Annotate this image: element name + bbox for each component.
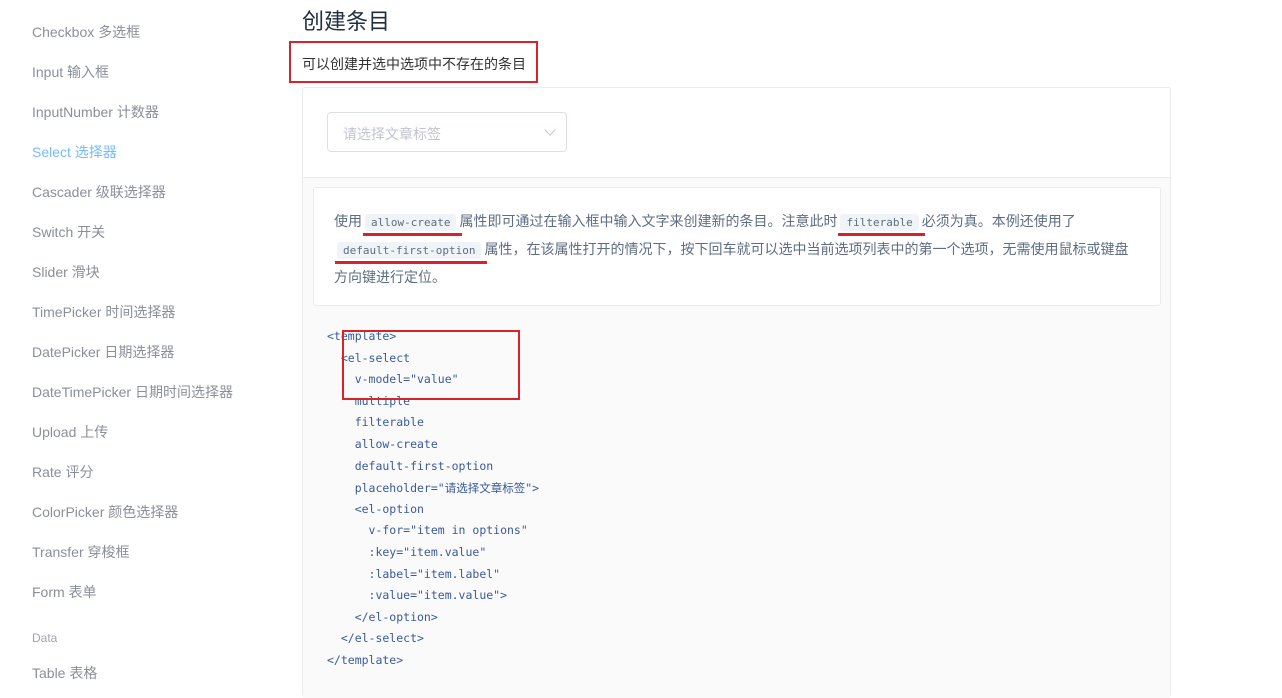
sidebar-item-upload[interactable]: Upload 上传 bbox=[32, 422, 108, 442]
sidebar-item-input[interactable]: Input 输入框 bbox=[32, 62, 109, 82]
code-allow-create: allow-create bbox=[363, 214, 463, 236]
code-line: <el-option bbox=[327, 501, 424, 516]
code-line: :value="item.value"> bbox=[327, 588, 508, 603]
sidebar-item-cascader[interactable]: Cascader 级联选择器 bbox=[32, 182, 166, 202]
sidebar-item-colorpicker[interactable]: ColorPicker 颜色选择器 bbox=[32, 502, 178, 522]
sidebar-item-select[interactable]: Select 选择器 bbox=[32, 142, 117, 162]
sidebar-item-rate[interactable]: Rate 评分 bbox=[32, 462, 93, 482]
sidebar-item-form[interactable]: Form 表单 bbox=[32, 582, 97, 602]
tag-select[interactable]: 请选择文章标签 bbox=[327, 112, 567, 152]
code-line: </template> bbox=[327, 653, 404, 667]
desc-text-1: 使用 bbox=[334, 213, 362, 229]
code-line: default-first-option bbox=[327, 458, 494, 473]
code-line: v-for="item in options" bbox=[327, 523, 528, 538]
code-line: :key="item.value" bbox=[327, 545, 487, 559]
sidebar-item-datepicker[interactable]: DatePicker 日期选择器 bbox=[32, 342, 174, 362]
sidebar-item-switch[interactable]: Switch 开关 bbox=[32, 222, 105, 242]
demo-description: 使用 allow-create 属性即可通过在输入框中输入文字来创建新的条目。注意此… bbox=[313, 187, 1161, 306]
code-line: filterable bbox=[327, 415, 424, 430]
code-default-first-option-text: default-first-option bbox=[343, 244, 476, 257]
sidebar-item-checkbox[interactable]: Checkbox 多选框 bbox=[32, 22, 140, 42]
sidebar-item-timepicker[interactable]: TimePicker 时间选择器 bbox=[32, 302, 175, 322]
code-line: :label="item.label" bbox=[327, 566, 501, 581]
code-allow-create-text: allow-create bbox=[371, 216, 451, 229]
main-content: 创建条目 可以创建并选中选项中不存在的条目 请选择文章标签 使用 allow-cr… bbox=[289, 0, 1282, 698]
desc-text-3: 必须为真。本例还使用了 bbox=[921, 213, 1076, 229]
select-placeholder: 请选择文章标签 bbox=[343, 126, 441, 142]
annotation-box-code bbox=[342, 330, 520, 400]
chevron-down-icon bbox=[544, 124, 556, 136]
annotation-underline bbox=[838, 233, 925, 236]
sidebar: Checkbox 多选框 Input 输入框 InputNumber 计数器 S… bbox=[0, 0, 290, 689]
code-line: </el-option> bbox=[327, 609, 438, 624]
sidebar-item-inputnumber[interactable]: InputNumber 计数器 bbox=[32, 102, 159, 122]
section-title: 创建条目 bbox=[302, 9, 391, 34]
sidebar-item-transfer[interactable]: Transfer 穿梭框 bbox=[32, 542, 130, 562]
section-description: 可以创建并选中选项中不存在的条目 bbox=[302, 56, 526, 72]
sidebar-item-slider[interactable]: Slider 滑块 bbox=[32, 262, 100, 282]
sidebar-item-table[interactable]: Table 表格 bbox=[32, 663, 97, 683]
sidebar-group-data: Data bbox=[32, 631, 58, 645]
annotation-underline bbox=[363, 233, 463, 236]
code-filterable-text: filterable bbox=[846, 216, 913, 229]
code-line: allow-create bbox=[327, 437, 438, 451]
annotation-underline bbox=[335, 261, 488, 264]
demo-source: 请选择文章标签 bbox=[303, 88, 1170, 178]
code-filterable: filterable bbox=[838, 214, 925, 236]
desc-text-2: 属性即可通过在输入框中输入文字来创建新的条目。注意此时 bbox=[459, 213, 838, 229]
code-line: placeholder="请选择文章标签"> bbox=[327, 481, 540, 496]
code-default-first-option: default-first-option bbox=[335, 242, 488, 264]
code-line: </el-select> bbox=[327, 631, 424, 646]
demo-meta: 使用 allow-create 属性即可通过在输入框中输入文字来创建新的条目。注意此… bbox=[303, 178, 1170, 698]
sidebar-item-datetimepicker[interactable]: DateTimePicker 日期时间选择器 bbox=[32, 382, 233, 402]
